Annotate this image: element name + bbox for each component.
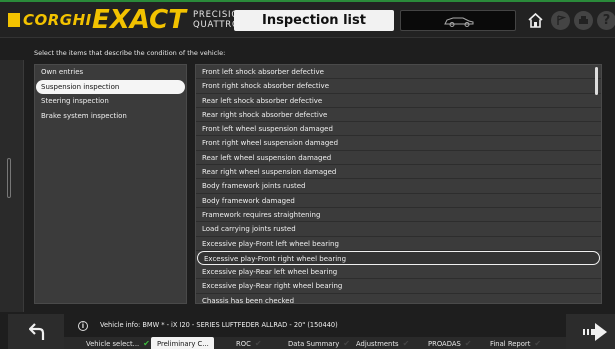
checkmark-icon: ✔: [534, 339, 542, 348]
checkmark-icon: ✔: [143, 339, 150, 348]
next-arrow-icon: [583, 323, 607, 341]
app-screen: CORGHI EXACT PRECISION QUATTRO Inspectio…: [0, 0, 615, 349]
list-item[interactable]: Excessive play-Rear left wheel bearing: [196, 265, 601, 280]
step-label: Adjustments: [356, 340, 399, 348]
checkmark-icon: ✔: [464, 339, 472, 348]
next-button[interactable]: [566, 314, 615, 349]
vehicle-info-text: Vehicle info: BMW * - iX I20 - SERIES LU…: [100, 321, 338, 329]
step-adjustments[interactable]: Adjustments ✔: [350, 337, 426, 349]
list-item[interactable]: Body framework joints rusted: [196, 179, 601, 194]
list-item[interactable]: Rear left wheel suspension damaged: [196, 151, 601, 166]
drag-handle-icon: [7, 158, 11, 198]
list-item[interactable]: Front right shock absorber defective: [196, 79, 601, 94]
side-drawer-handle[interactable]: [0, 60, 24, 312]
list-item[interactable]: Front right wheel suspension damaged: [196, 136, 601, 151]
home-icon[interactable]: [526, 11, 545, 30]
printer-icon[interactable]: [574, 11, 593, 30]
corghi-logo: CORGHI: [8, 11, 92, 29]
list-item[interactable]: Body framework damaged: [196, 194, 601, 208]
corghi-logo-icon: [8, 13, 20, 27]
flag-icon[interactable]: [551, 11, 570, 30]
step-preliminary-check[interactable]: Preliminary C...✔: [151, 337, 214, 349]
list-item[interactable]: Excessive play-Front left wheel bearing: [196, 237, 601, 251]
list-item[interactable]: Front left shock absorber defective: [196, 65, 601, 80]
checkmark-icon: ✔: [343, 339, 350, 348]
corghi-logo-text: CORGHI: [23, 11, 92, 29]
vehicle-indicator[interactable]: [400, 10, 516, 31]
step-vehicle-select[interactable]: Vehicle select... ✔: [80, 337, 150, 349]
list-item[interactable]: Rear right wheel suspension damaged: [196, 165, 601, 180]
category-item-suspension[interactable]: Suspension inspection: [36, 79, 185, 94]
step-final-report[interactable]: Final Report ✔: [484, 337, 562, 349]
exact-logo: EXACT: [92, 5, 186, 35]
header-bar: CORGHI EXACT PRECISION QUATTRO Inspectio…: [0, 2, 615, 38]
list-item[interactable]: Rear left shock absorber defective: [196, 94, 601, 108]
list-item[interactable]: Rear right shock absorber defective: [196, 108, 601, 123]
instruction-text: Select the items that describe the condi…: [34, 49, 226, 57]
step-label: PROADAS: [428, 340, 461, 348]
category-list: Own entries Suspension inspection Steeri…: [34, 64, 187, 304]
list-item[interactable]: Chassis has been checked: [196, 294, 601, 303]
list-item-selected[interactable]: Excessive play-Front right wheel bearing: [197, 250, 600, 266]
step-roc[interactable]: ROC ✔: [230, 337, 286, 349]
step-label: Vehicle select...: [86, 340, 140, 348]
list-item[interactable]: Excessive play-Rear right wheel bearing: [196, 279, 601, 294]
workflow-steps: Vehicle select...✔ Preliminary C...✔ ROC…: [64, 337, 566, 349]
step-proadas[interactable]: PROADAS ✔: [422, 337, 486, 349]
checkmark-icon: ✔: [402, 339, 410, 348]
inspection-items-list: Front left shock absorber defective Fron…: [195, 64, 602, 304]
checkmark-icon: ✔: [254, 339, 262, 348]
list-item[interactable]: Load carrying joints rusted: [196, 222, 601, 237]
info-icon: i: [78, 321, 88, 331]
step-label: Preliminary C...: [157, 340, 209, 348]
step-label: Data Summary: [288, 340, 340, 348]
car-icon: [444, 17, 474, 27]
list-scrollbar[interactable]: [595, 67, 598, 95]
step-label: ROC: [236, 340, 251, 348]
back-button[interactable]: [8, 314, 64, 349]
page-title: Inspection list: [234, 10, 394, 31]
category-item-steering[interactable]: Steering inspection: [36, 94, 185, 109]
help-icon[interactable]: ?: [597, 11, 615, 30]
category-item-brake-system[interactable]: Brake system inspection: [36, 109, 185, 124]
list-item[interactable]: Framework requires straightening: [196, 208, 601, 223]
step-label: Final Report: [490, 340, 531, 348]
back-arrow-icon: [29, 323, 45, 340]
category-item-own-entries[interactable]: Own entries: [36, 65, 185, 80]
list-item[interactable]: Front left wheel suspension damaged: [196, 122, 601, 137]
